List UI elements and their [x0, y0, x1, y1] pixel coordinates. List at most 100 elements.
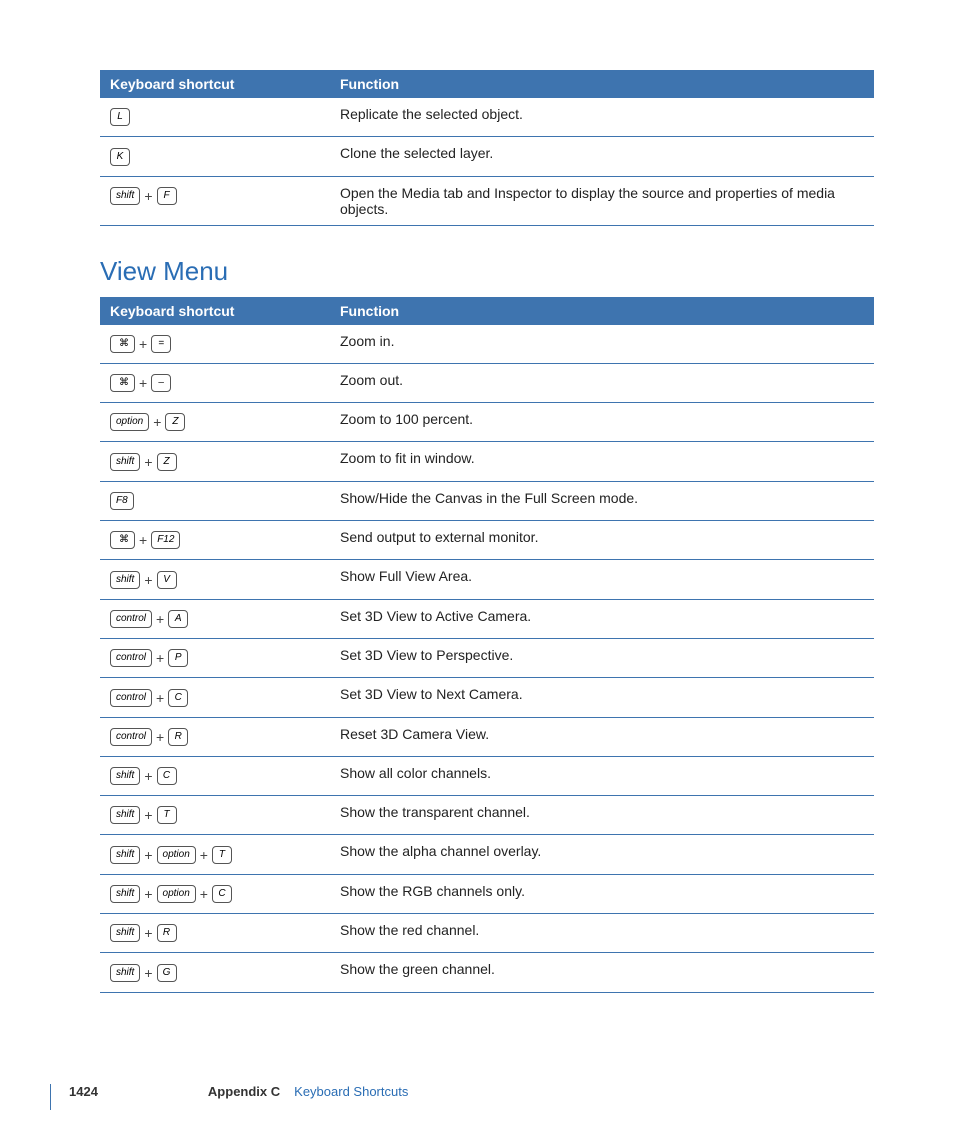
keycap: T [157, 806, 177, 824]
function-cell: Open the Media tab and Inspector to disp… [330, 176, 874, 225]
keycap: shift [110, 924, 140, 942]
function-cell: Clone the selected layer. [330, 137, 874, 176]
keycap: control [110, 728, 152, 746]
table-row: shift+option+CShow the RGB channels only… [100, 874, 874, 913]
shortcut-cell: K [100, 137, 330, 176]
shortcut-cell: option+Z [100, 403, 330, 442]
shortcut-cell: shift+F [100, 176, 330, 225]
shortcut-cell: L [100, 98, 330, 137]
keycap: control [110, 649, 152, 667]
function-cell: Set 3D View to Next Camera. [330, 678, 874, 717]
shortcut-cell: shift+T [100, 796, 330, 835]
table-row: +–Zoom out. [100, 363, 874, 402]
table-body-view: +=Zoom in.+–Zoom out.option+ZZoom to 100… [100, 325, 874, 993]
keycap: shift [110, 187, 140, 205]
function-cell: Reset 3D Camera View. [330, 717, 874, 756]
command-key-icon [110, 531, 135, 549]
plus-separator: + [152, 650, 168, 666]
keycap: C [168, 689, 188, 707]
function-cell: Zoom to fit in window. [330, 442, 874, 481]
table-row: control+P Set 3D View to Perspective. [100, 638, 874, 677]
keycap: K [110, 148, 130, 166]
function-cell: Zoom to 100 percent. [330, 403, 874, 442]
table-row: +F12Send output to external monitor. [100, 521, 874, 560]
plus-separator: + [152, 729, 168, 745]
shortcut-cell: shift+R [100, 914, 330, 953]
col-header-function: Function [330, 297, 874, 325]
table-row: K Clone the selected layer. [100, 137, 874, 176]
keycap: F12 [151, 531, 180, 549]
function-cell: Show the red channel. [330, 914, 874, 953]
table-row: shift+VShow Full View Area. [100, 560, 874, 599]
function-cell: Show the RGB channels only. [330, 874, 874, 913]
keycap: = [151, 335, 171, 353]
table-row: shift+GShow the green channel. [100, 953, 874, 992]
shortcut-cell: control+C [100, 678, 330, 717]
function-cell: Show all color channels. [330, 756, 874, 795]
keycap: – [151, 374, 171, 392]
shortcut-cell: shift+C [100, 756, 330, 795]
shortcut-cell: shift+option+C [100, 874, 330, 913]
keycap: C [212, 885, 232, 903]
plus-separator: + [140, 965, 156, 981]
function-cell: Show the alpha channel overlay. [330, 835, 874, 874]
keycap: V [157, 571, 177, 589]
shortcuts-table-top: Keyboard shortcut Function LReplicate th… [100, 70, 874, 226]
table-row: shift+FOpen the Media tab and Inspector … [100, 176, 874, 225]
shortcut-cell: shift+G [100, 953, 330, 992]
function-cell: Send output to external monitor. [330, 521, 874, 560]
keycap: control [110, 689, 152, 707]
table-row: control+ASet 3D View to Active Camera. [100, 599, 874, 638]
table-row: F8Show/Hide the Canvas in the Full Scree… [100, 481, 874, 520]
plus-separator: + [152, 611, 168, 627]
plus-separator: + [140, 768, 156, 784]
plus-separator: + [140, 886, 156, 902]
table-row: control+CSet 3D View to Next Camera. [100, 678, 874, 717]
keycap: R [157, 924, 177, 942]
keycap: P [168, 649, 188, 667]
function-cell: Show Full View Area. [330, 560, 874, 599]
keycap: T [212, 846, 232, 864]
page-footer: 1424 Appendix C Keyboard Shortcuts [0, 1084, 850, 1110]
keycap: F [157, 187, 177, 205]
keycap: shift [110, 453, 140, 471]
plus-separator: + [140, 925, 156, 941]
table-row: option+ZZoom to 100 percent. [100, 403, 874, 442]
command-key-icon [110, 335, 135, 353]
plus-separator: + [140, 807, 156, 823]
table-row: +=Zoom in. [100, 325, 874, 364]
plus-separator: + [196, 886, 212, 902]
shortcut-cell: shift+V [100, 560, 330, 599]
keycap: F8 [110, 492, 134, 510]
table-row: shift+option+TShow the alpha channel ove… [100, 835, 874, 874]
plus-separator: + [140, 847, 156, 863]
shortcut-cell: +F12 [100, 521, 330, 560]
keycap: shift [110, 846, 140, 864]
keycap: shift [110, 964, 140, 982]
plus-separator: + [140, 454, 156, 470]
function-cell: Zoom out. [330, 363, 874, 402]
appendix-label: Appendix C [208, 1084, 280, 1099]
plus-separator: + [149, 414, 165, 430]
command-key-icon [110, 374, 135, 392]
keycap: option [110, 413, 149, 431]
page-number: 1424 [69, 1084, 98, 1099]
appendix-title: Keyboard Shortcuts [294, 1084, 408, 1099]
shortcuts-table-view: Keyboard shortcut Function +=Zoom in.+–Z… [100, 297, 874, 993]
table-body-top: LReplicate the selected object.KClone th… [100, 98, 874, 225]
table-row: control+R Reset 3D Camera View. [100, 717, 874, 756]
keycap: A [168, 610, 188, 628]
keycap: R [168, 728, 188, 746]
shortcut-cell: control+A [100, 599, 330, 638]
shortcut-cell: +– [100, 363, 330, 402]
plus-separator: + [135, 532, 151, 548]
keycap: G [157, 964, 177, 982]
keycap: Z [157, 453, 177, 471]
keycap: L [110, 108, 130, 126]
section-heading: View Menu [100, 256, 874, 287]
keycap: shift [110, 885, 140, 903]
col-header-shortcut: Keyboard shortcut [100, 297, 330, 325]
col-header-shortcut: Keyboard shortcut [100, 70, 330, 98]
keycap: control [110, 610, 152, 628]
function-cell: Set 3D View to Perspective. [330, 638, 874, 677]
